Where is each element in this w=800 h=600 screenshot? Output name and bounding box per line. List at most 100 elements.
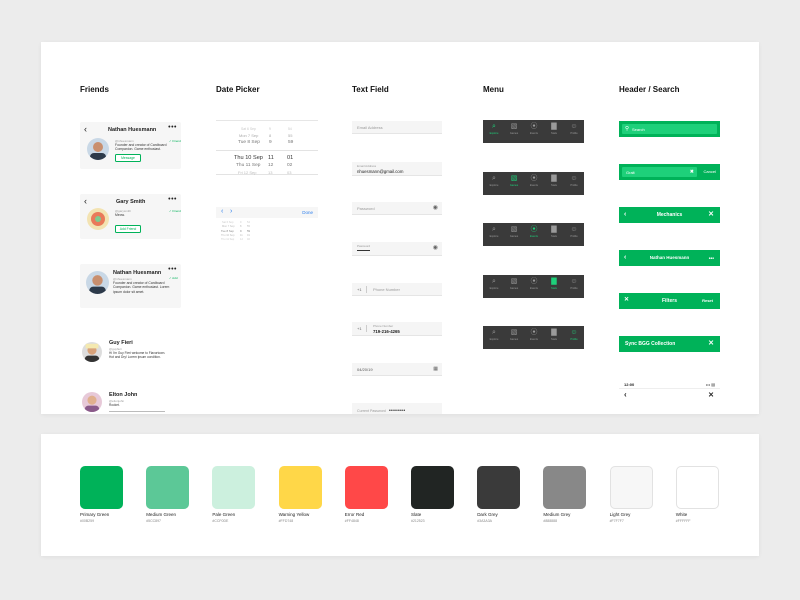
clear-icon[interactable]: ✖ [690, 169, 694, 175]
wheel-minute: 03 [287, 170, 292, 175]
tab-events[interactable]: ⦿ Events [524, 174, 544, 193]
add-friend-button[interactable]: Add Friend [115, 225, 141, 233]
more-options-icon[interactable]: ••• [168, 266, 177, 274]
search-input[interactable]: Gralt ✖ [622, 167, 697, 177]
friend-card[interactable]: ••• Nathan Huesmann @nhuesmann ✓ Add Fou… [80, 264, 181, 308]
email-field-empty[interactable]: Email Address [352, 121, 442, 134]
more-options-icon[interactable]: ••• [168, 196, 177, 204]
swatch-color-box [411, 466, 454, 509]
cancel-button[interactable]: Cancel [704, 169, 716, 174]
tab-label: Explore [489, 184, 499, 187]
tab-games[interactable]: ▧ Games [504, 225, 524, 244]
current-password-field[interactable]: Current Password •••••••• [352, 403, 442, 414]
tab-bar-stats: ⌕ Explore ▧ Games ⦿ Events ▇ Stats ☺ Profile [483, 275, 584, 298]
tab-stats[interactable]: ▇ Stats [544, 328, 564, 347]
date-field[interactable]: 04/20/19 ▦ [352, 363, 442, 376]
tab-label: Explore [489, 132, 499, 135]
back-arrow-icon[interactable]: ‹ [84, 197, 87, 206]
tab-bar-events: ⌕ Explore ▧ Games ⦿ Events ▇ Stats ☺ Profile [483, 223, 584, 246]
back-arrow-icon[interactable]: ‹ [84, 125, 87, 134]
back-arrow-icon[interactable]: ‹ [624, 390, 627, 399]
friend-card[interactable]: ‹ ••• Nathan Huesmann @nhuesmann ✓ Frien… [80, 122, 181, 169]
reset-button[interactable]: Reset [702, 298, 713, 303]
wheel-date: Sat 6 Sep [222, 221, 234, 224]
current-password-value: •••••••• [389, 408, 406, 414]
search-input[interactable]: ⚲ Search [622, 124, 717, 134]
tab-events[interactable]: ⦿ Events [524, 225, 544, 244]
tab-stats[interactable]: ▇ Stats [544, 122, 564, 141]
date-wheel-picker[interactable]: Sat 6 Sep 9 54 Mon 7 Sep 8 55 Tue 8 Sep … [216, 120, 318, 180]
tab-profile[interactable]: ☺ Profile [564, 225, 584, 244]
swatch-name: Light Grey [609, 512, 631, 517]
close-icon[interactable]: ✕ [708, 391, 714, 399]
wheel-hour: 12 [268, 163, 274, 168]
color-swatch: Primary Green #00B259 [80, 466, 123, 523]
compact-wheel-picker[interactable]: Sat 6 Sep 9 54 Mon 7 Sep 8 55 Tue 8 Sep … [216, 219, 318, 243]
tab-profile[interactable]: ☺ Profile [564, 122, 584, 141]
avatar [82, 342, 102, 362]
friend-name: Gary Smith [116, 199, 146, 205]
tab-explore[interactable]: ⌕ Explore [484, 225, 504, 244]
tab-stats[interactable]: ▇ Stats [544, 174, 564, 193]
phone-placeholder: Phone Number [373, 287, 400, 292]
message-button[interactable]: Message [115, 154, 141, 162]
tab-profile[interactable]: ☺ Profile [564, 174, 584, 193]
tab-explore[interactable]: ⌕ Explore [484, 277, 504, 296]
done-button[interactable]: Done [302, 210, 313, 215]
country-code[interactable]: +1 [357, 326, 362, 331]
wheel-minute: 55 [288, 133, 293, 138]
email-field-filled[interactable]: Email Address nhuesmann@gmail.com [352, 162, 442, 176]
person-photo-icon [84, 343, 100, 362]
wheel-date: Thu 11 Sep [236, 163, 261, 168]
tab-events[interactable]: ⦿ Events [524, 277, 544, 296]
swatch-hex: #00B259 [80, 519, 95, 523]
tab-stats[interactable]: ▇ Stats [544, 277, 564, 296]
avatar [82, 392, 102, 412]
more-options-icon[interactable]: ••• [168, 124, 177, 132]
phone-label: Phone Number [373, 324, 394, 328]
tab-label: Events [530, 235, 538, 238]
next-arrow-icon[interactable]: › [230, 208, 232, 215]
password-field-focused[interactable]: Password ◉ [352, 242, 442, 256]
previous-arrow-icon[interactable]: ‹ [221, 208, 223, 215]
tab-games[interactable]: ▧ Games [504, 277, 524, 296]
phone-field-filled[interactable]: +1 Phone Number 719-216-4265 [352, 322, 442, 336]
wheel-minute: 54 [247, 221, 250, 224]
text-field-column: Text Field Email Address Email Address n… [352, 42, 462, 414]
friend-name: Elton John [109, 392, 138, 398]
eye-icon[interactable]: ◉ [433, 245, 438, 251]
current-password-label: Current Password [357, 409, 386, 413]
wheel-date: Tue 8 Sep [238, 140, 260, 145]
tab-profile[interactable]: ☺ Profile [564, 277, 584, 296]
tab-label: Profile [570, 338, 578, 341]
tab-events[interactable]: ⦿ Events [524, 328, 544, 347]
tab-explore[interactable]: ⌕ Explore [484, 122, 504, 141]
wheel-date: Thu 10 Sep [221, 234, 235, 237]
tab-label: Explore [489, 287, 499, 290]
tab-events[interactable]: ⦿ Events [524, 122, 544, 141]
country-code[interactable]: +1 [357, 287, 362, 292]
profile-icon: ☺ [570, 226, 578, 233]
color-swatch: Dark Grey #3A3A3A [477, 466, 521, 523]
close-icon[interactable]: ✕ [708, 210, 714, 219]
tab-label: Stats [551, 338, 557, 341]
more-options-icon[interactable]: ••• [709, 255, 714, 264]
tab-profile[interactable]: ☺ Profile [564, 328, 584, 347]
eye-icon[interactable]: ◉ [433, 205, 438, 211]
password-field-empty[interactable]: Password ◉ [352, 202, 442, 215]
wheel-minute: 54 [288, 127, 292, 131]
tab-games[interactable]: ▧ Games [504, 328, 524, 347]
swatch-hex: #FFFFFF [675, 519, 691, 523]
close-icon[interactable]: ✕ [708, 339, 714, 348]
friend-list-item[interactable]: Guy Fieri @guyfieri Hi I'm Guy Fieri wel… [80, 338, 190, 366]
tab-explore[interactable]: ⌕ Explore [484, 174, 504, 193]
calendar-icon[interactable]: ▦ [433, 366, 438, 372]
tab-stats[interactable]: ▇ Stats [544, 225, 564, 244]
tab-explore[interactable]: ⌕ Explore [484, 328, 504, 347]
tab-games[interactable]: ▧ Games [504, 122, 524, 141]
friend-list-item[interactable]: Elton John @eltonjohn Rocket. [80, 390, 190, 414]
wheel-selection-band [216, 150, 318, 175]
phone-field-empty[interactable]: +1 Phone Number [352, 283, 442, 296]
tab-games[interactable]: ▧ Games [504, 174, 524, 193]
friend-card[interactable]: ‹ ••• Gary Smith @garysmith ✓ Friend Meo… [80, 194, 181, 239]
